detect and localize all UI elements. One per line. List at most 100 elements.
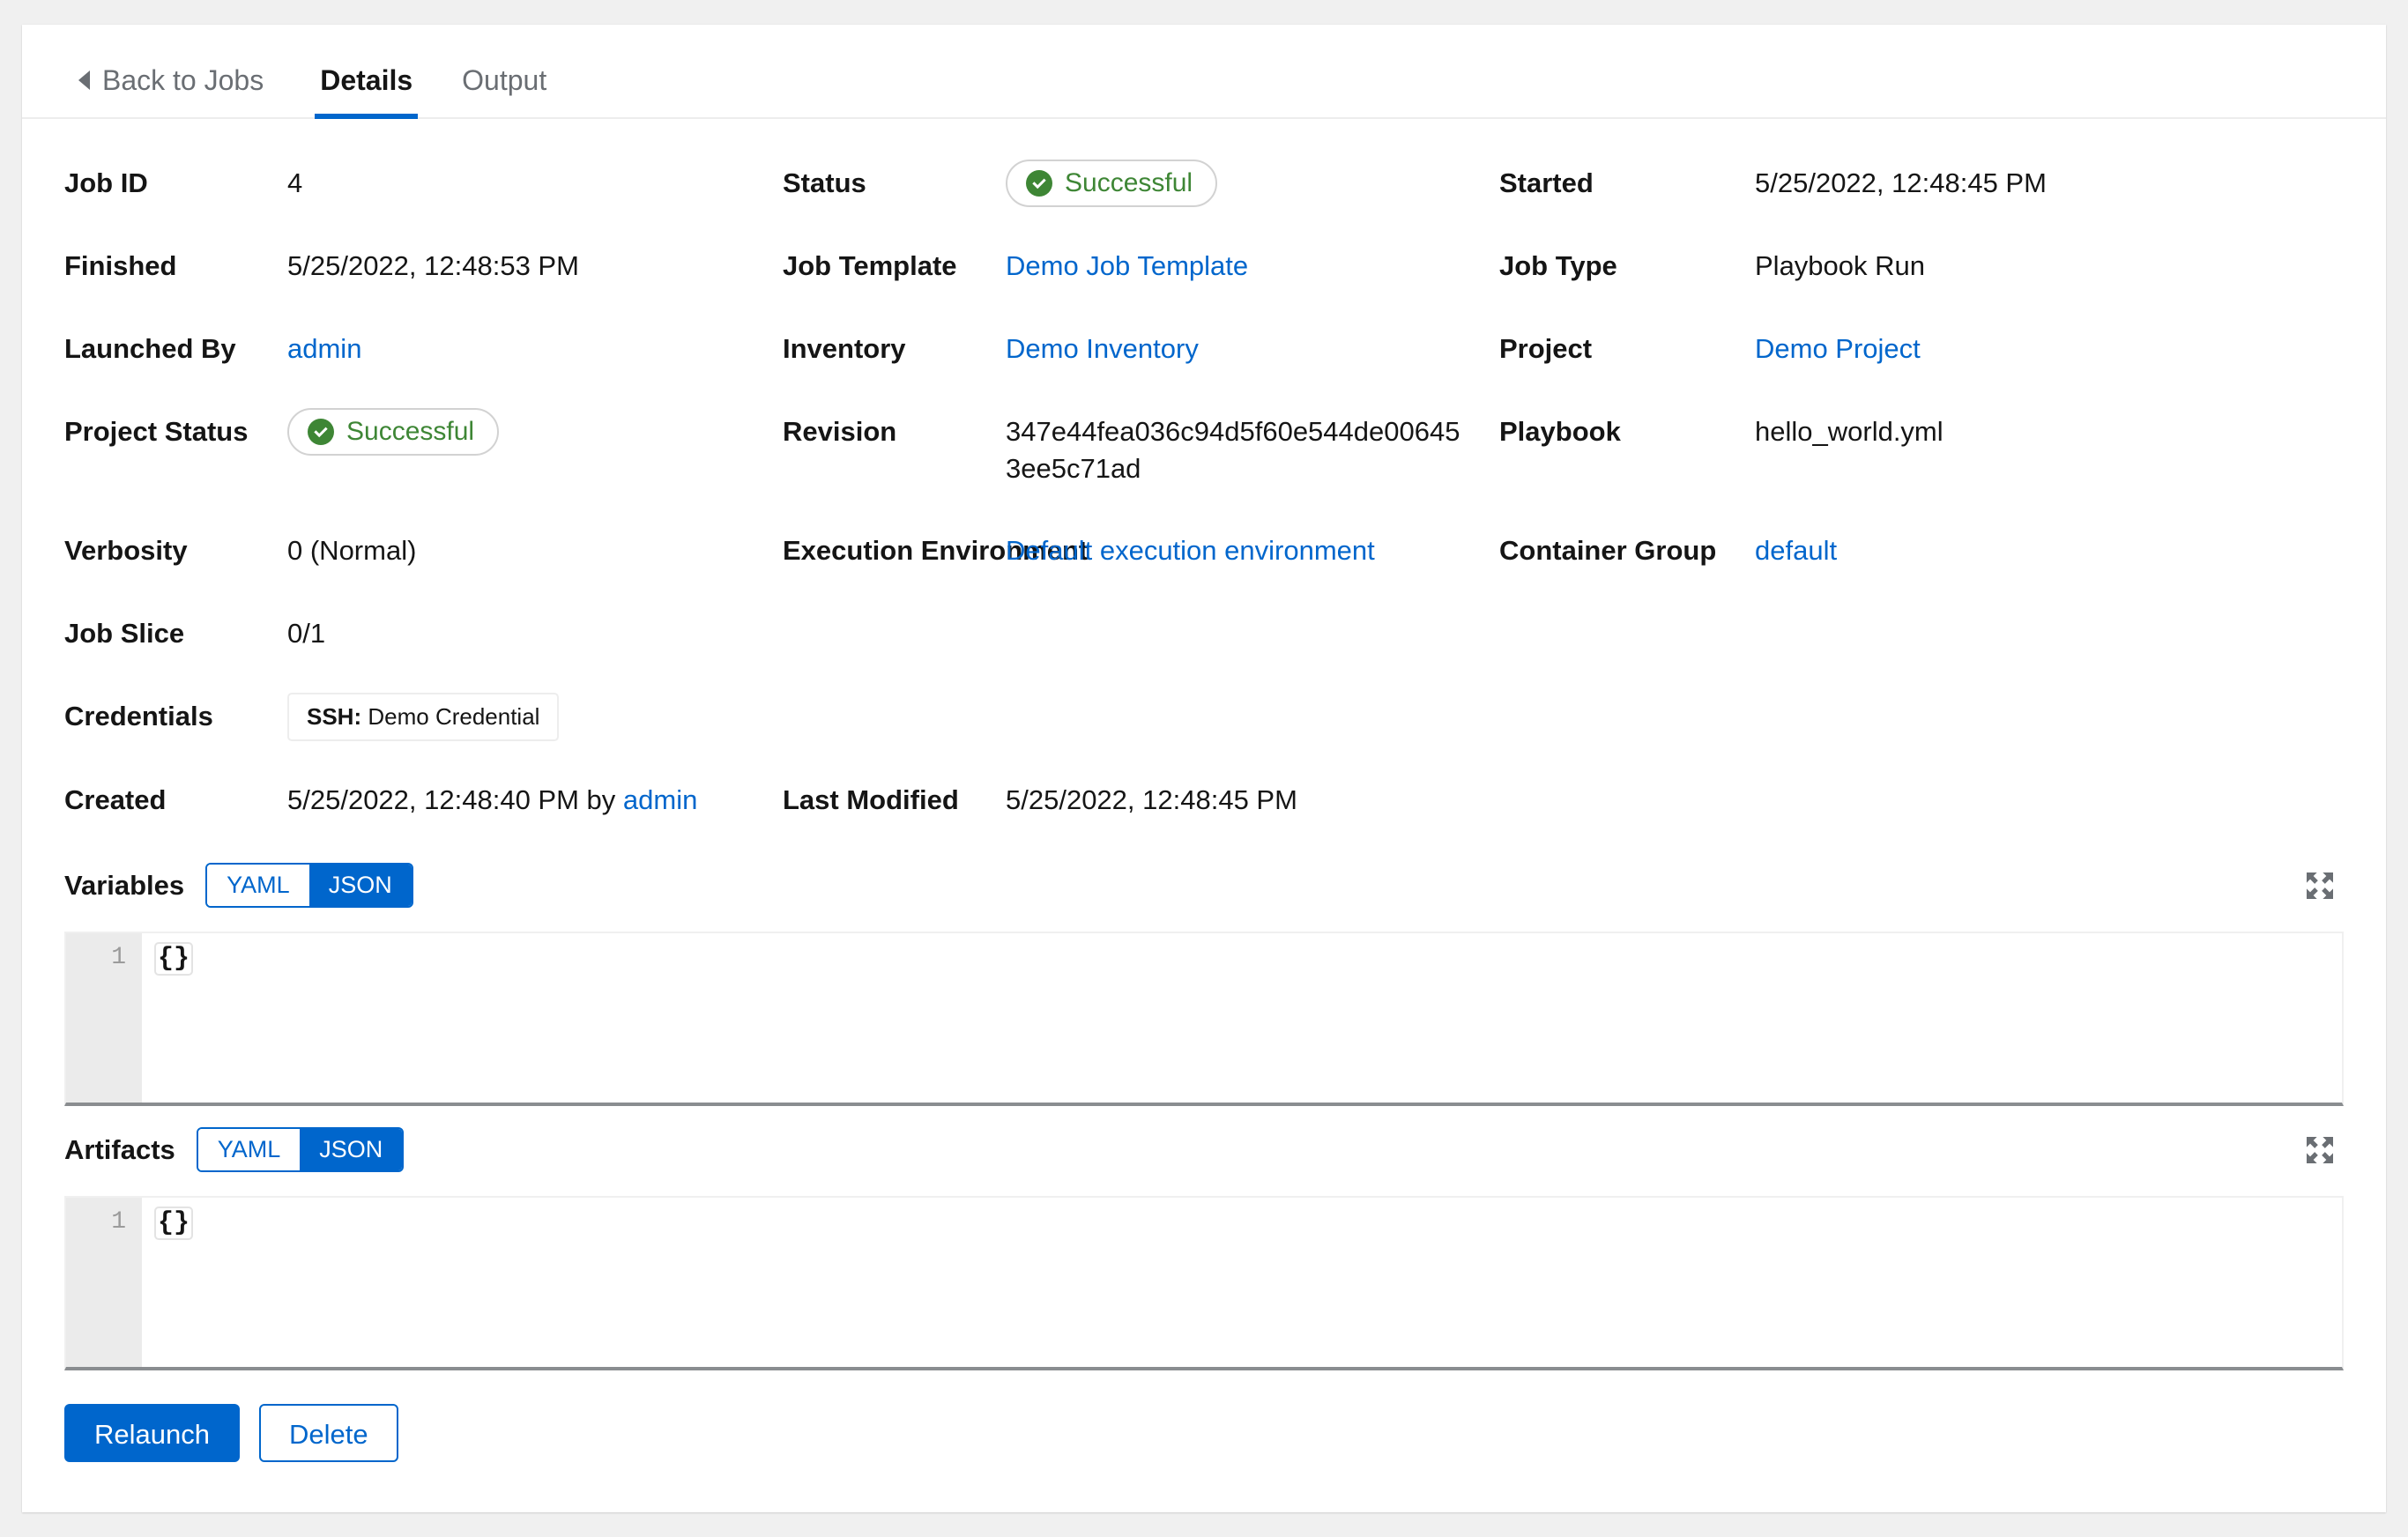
spacer-cell-j — [1755, 759, 2152, 842]
check-circle-icon — [307, 418, 335, 446]
artifacts-editor[interactable]: 1 {} — [64, 1196, 2344, 1370]
credential-chip-prefix: SSH: — [307, 703, 361, 730]
label-started: Started — [1499, 142, 1755, 225]
container-group-link[interactable]: default — [1755, 535, 1837, 566]
value-finished: 5/25/2022, 12:48:53 PM — [287, 225, 783, 308]
value-project: Demo Project — [1755, 308, 2152, 390]
tab-bar: Back to Jobs Details Output — [22, 25, 2386, 119]
value-status: Successful — [1006, 142, 1499, 225]
value-verbosity: 0 (Normal) — [287, 509, 783, 592]
value-revision: 347e44fea036c94d5f60e544de006453ee5c71ad — [1006, 390, 1464, 510]
value-project-status: Successful — [287, 390, 783, 510]
label-finished: Finished — [64, 225, 287, 308]
label-created: Created — [64, 759, 287, 842]
details-grid: Job ID 4 Status Successful Started 5/25/… — [64, 119, 2344, 842]
credential-chip[interactable]: SSH: Demo Credential — [287, 693, 559, 741]
artifacts-editor-gutter: 1 — [66, 1198, 142, 1367]
value-job-type: Playbook Run — [1755, 225, 2152, 308]
variables-editor-gutter: 1 — [66, 933, 142, 1103]
value-playbook: hello_world.yml — [1755, 390, 2152, 510]
value-last-modified: 5/25/2022, 12:48:45 PM — [1006, 759, 1499, 842]
value-credentials: SSH: Demo Credential — [287, 675, 783, 759]
label-playbook: Playbook — [1499, 390, 1755, 510]
label-verbosity: Verbosity — [64, 509, 287, 592]
variables-format-toggle[interactable]: YAML JSON — [205, 863, 413, 908]
variables-editor-content[interactable]: {} — [142, 933, 2342, 1103]
project-status-badge-label: Successful — [346, 419, 474, 445]
project-link[interactable]: Demo Project — [1755, 333, 1921, 364]
label-launched-by: Launched By — [64, 308, 287, 390]
value-created: 5/25/2022, 12:48:40 PM by admin — [287, 759, 783, 842]
spacer-cell-f — [1006, 675, 1499, 759]
tab-details-label: Details — [320, 64, 412, 96]
variables-expand-button[interactable] — [2296, 862, 2344, 910]
artifacts-editor-text: {} — [154, 1207, 193, 1240]
variables-editor[interactable]: 1 {} — [64, 932, 2344, 1106]
back-to-jobs-label: Back to Jobs — [102, 66, 264, 94]
artifacts-expand-button[interactable] — [2296, 1126, 2344, 1174]
artifacts-format-json[interactable]: JSON — [300, 1129, 402, 1170]
variables-header: Variables YAML JSON — [64, 854, 2344, 917]
value-inventory: Demo Inventory — [1006, 308, 1499, 390]
label-inventory: Inventory — [783, 308, 1006, 390]
variables-format-json[interactable]: JSON — [309, 865, 412, 906]
expand-arrows-icon — [2302, 1132, 2337, 1168]
expand-arrows-icon — [2302, 868, 2337, 903]
value-launched-by: admin — [287, 308, 783, 390]
value-job-id: 4 — [287, 142, 783, 225]
action-footer: Relaunch Delete — [22, 1370, 2386, 1462]
relaunch-button[interactable]: Relaunch — [64, 1404, 240, 1462]
variables-title: Variables — [64, 870, 184, 902]
label-last-modified: Last Modified — [783, 759, 1006, 842]
execution-environment-link[interactable]: Default execution environment — [1006, 535, 1375, 566]
spacer-cell-c — [1499, 592, 1755, 675]
tab-details[interactable]: Details — [295, 66, 437, 117]
created-timestamp: 5/25/2022, 12:48:40 PM by — [287, 784, 623, 815]
inventory-link[interactable]: Demo Inventory — [1006, 333, 1199, 364]
launched-by-link[interactable]: admin — [287, 333, 361, 364]
label-project-status: Project Status — [64, 390, 287, 510]
spacer-cell-d — [1755, 592, 2152, 675]
label-project: Project — [1499, 308, 1755, 390]
value-execution-environment: Default execution environment — [1006, 509, 1499, 592]
tab-output-label: Output — [462, 64, 546, 96]
artifacts-format-toggle[interactable]: YAML JSON — [197, 1127, 405, 1172]
check-circle-icon — [1025, 169, 1053, 197]
back-caret-icon — [78, 71, 90, 90]
artifacts-editor-content[interactable]: {} — [142, 1198, 2342, 1367]
credential-chip-value: Demo Credential — [368, 703, 539, 730]
tab-output[interactable]: Output — [437, 66, 571, 117]
artifacts-format-yaml[interactable]: YAML — [198, 1129, 301, 1170]
status-badge[interactable]: Successful — [1006, 160, 1217, 207]
project-status-badge[interactable]: Successful — [287, 408, 499, 456]
label-container-group: Container Group — [1499, 509, 1755, 592]
variables-editor-text: {} — [154, 942, 193, 976]
back-to-jobs-link[interactable]: Back to Jobs — [64, 66, 295, 117]
artifacts-title: Artifacts — [64, 1134, 175, 1166]
spacer-cell-e — [783, 675, 1006, 759]
details-body: Job ID 4 Status Successful Started 5/25/… — [22, 119, 2386, 1370]
label-status: Status — [783, 142, 1006, 225]
created-by-link[interactable]: admin — [623, 784, 697, 815]
job-details-card: Back to Jobs Details Output Job ID 4 Sta… — [22, 25, 2386, 1512]
spacer-cell-h — [1755, 675, 2152, 759]
delete-button[interactable]: Delete — [259, 1404, 398, 1462]
label-job-slice: Job Slice — [64, 592, 287, 675]
label-job-type: Job Type — [1499, 225, 1755, 308]
label-execution-environment: Execution Environment — [783, 509, 1006, 592]
spacer-cell-a — [783, 592, 1006, 675]
spacer-cell-i — [1499, 759, 1755, 842]
label-credentials: Credentials — [64, 675, 287, 759]
job-template-link[interactable]: Demo Job Template — [1006, 250, 1248, 281]
value-job-slice: 0/1 — [287, 592, 783, 675]
status-badge-label: Successful — [1065, 170, 1193, 197]
label-revision: Revision — [783, 390, 1006, 510]
value-job-template: Demo Job Template — [1006, 225, 1499, 308]
value-container-group: default — [1755, 509, 2152, 592]
spacer-cell-b — [1006, 592, 1499, 675]
label-job-id: Job ID — [64, 142, 287, 225]
artifacts-section: Artifacts YAML JSON 1 {} — [64, 1106, 2344, 1370]
artifacts-header: Artifacts YAML JSON — [64, 1118, 2344, 1182]
variables-format-yaml[interactable]: YAML — [207, 865, 309, 906]
value-started: 5/25/2022, 12:48:45 PM — [1755, 142, 2152, 225]
